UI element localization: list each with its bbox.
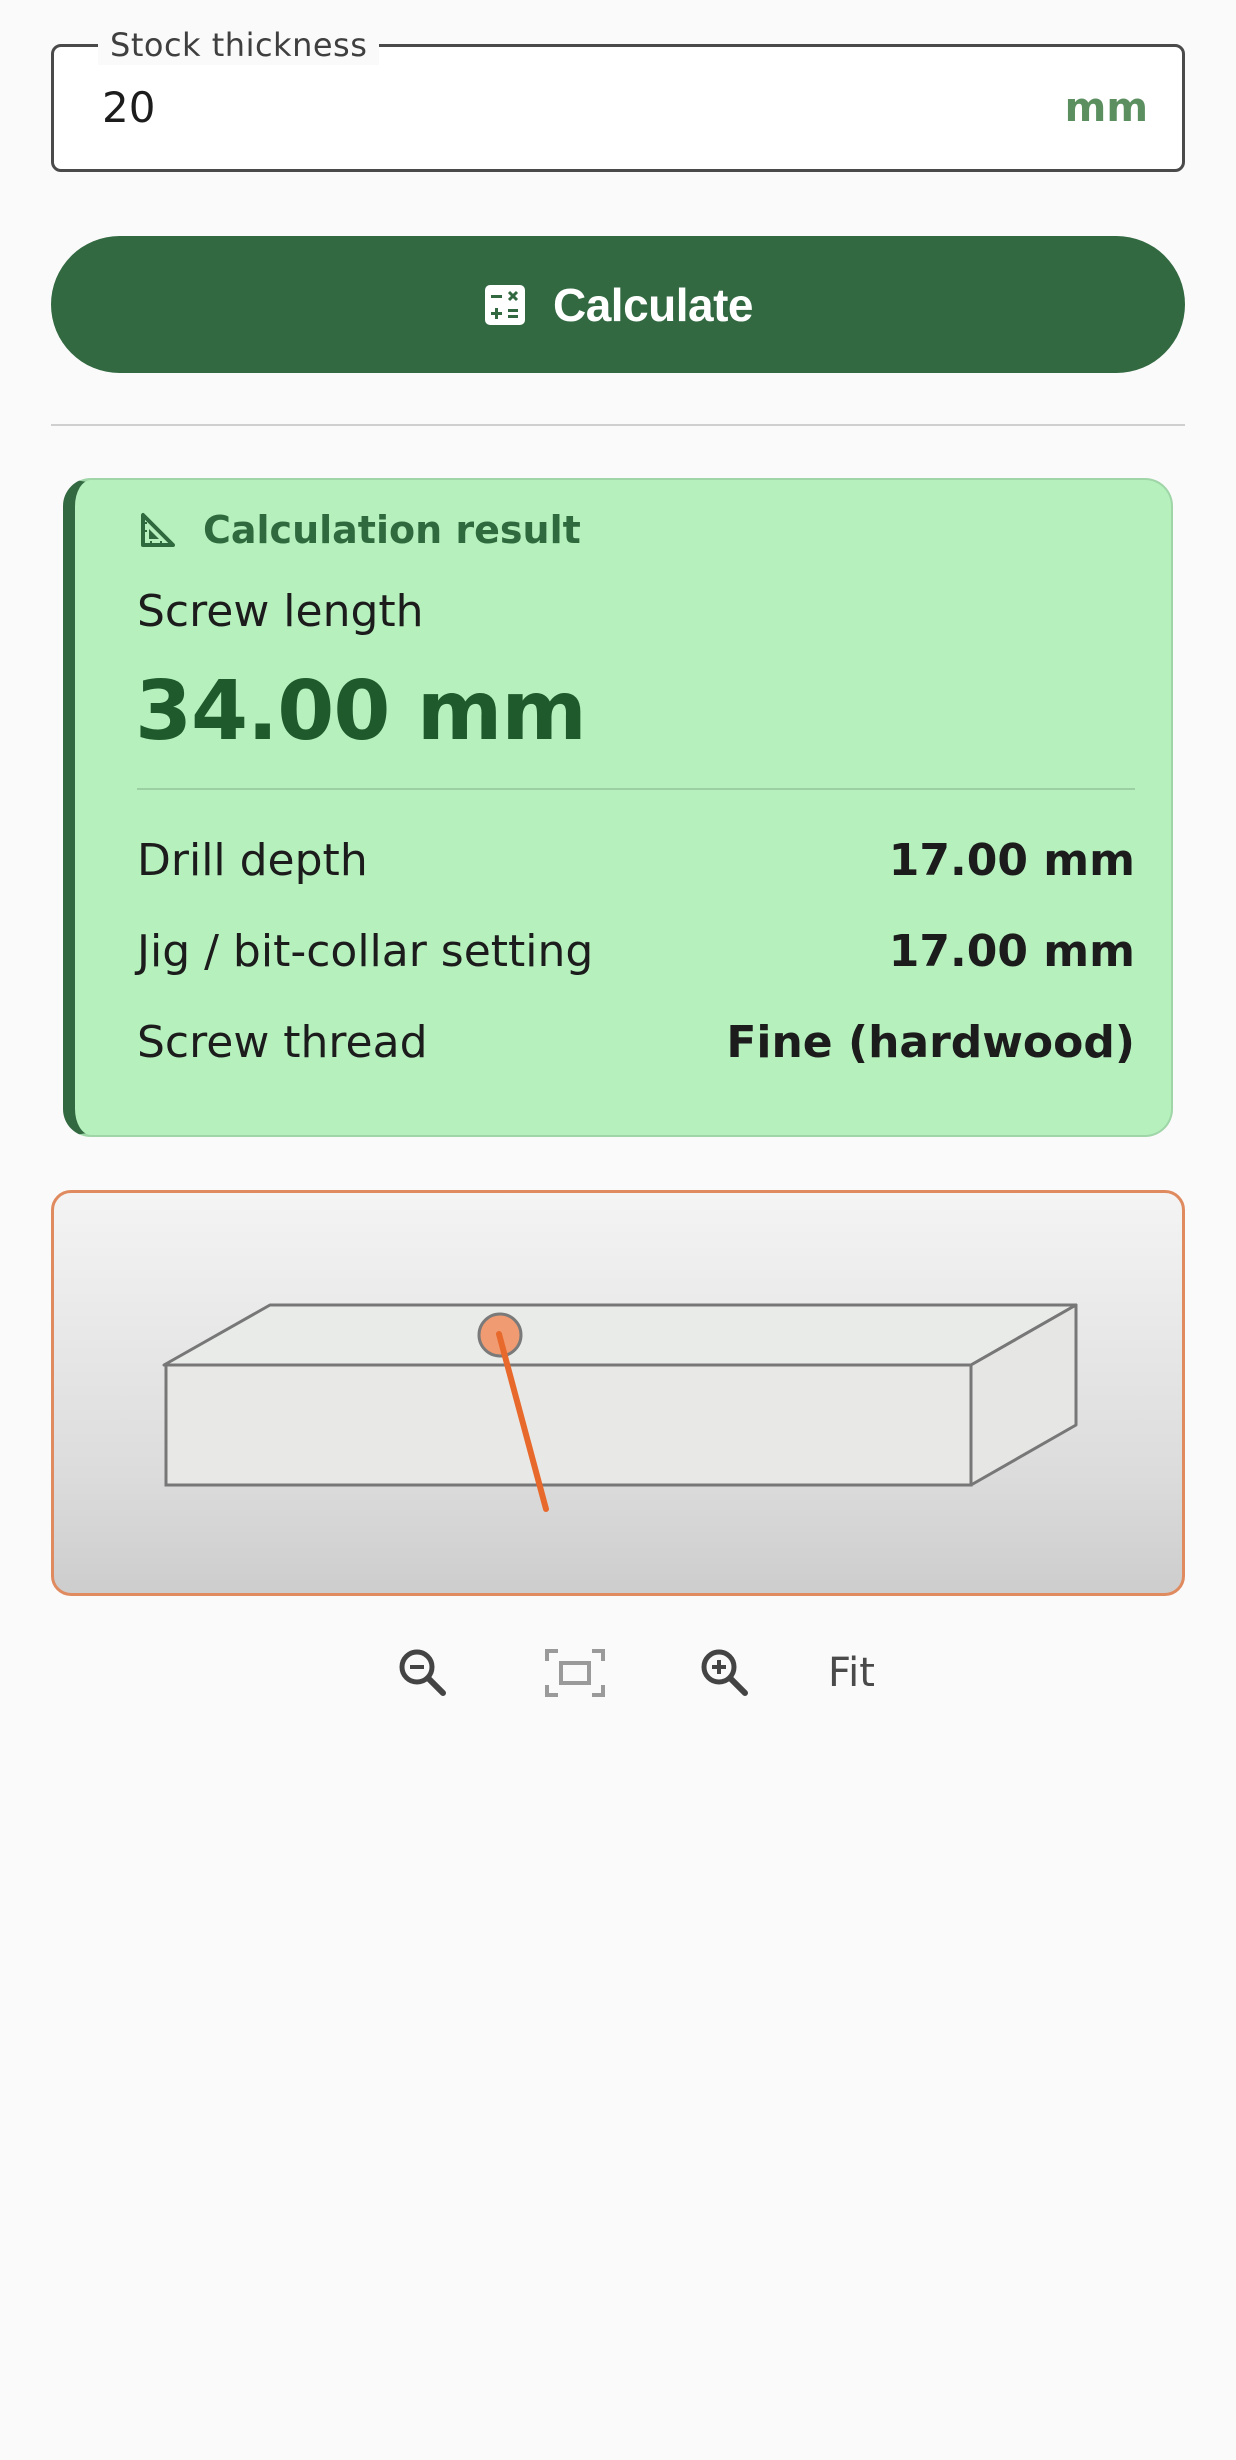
pocket-hole-diagram[interactable] [51, 1190, 1185, 1596]
zoom-in-icon [701, 1649, 748, 1696]
board-diagram [162, 1303, 1078, 1512]
calculate-button[interactable]: Calculate [51, 236, 1185, 373]
fit-screen-button[interactable] [540, 1638, 610, 1708]
fit-label[interactable]: Fit [828, 1638, 875, 1708]
zoom-out-icon [399, 1649, 446, 1696]
stock-thickness-field[interactable]: Stock thickness mm [51, 25, 1185, 172]
result-row-value: 17.00 mm [888, 925, 1135, 977]
result-row-value: Fine (hardwood) [726, 1016, 1135, 1068]
result-header: Calculation result [139, 508, 581, 552]
zoom-in-button[interactable] [690, 1638, 760, 1708]
zoom-out-button[interactable] [388, 1638, 458, 1708]
zoom-controls: Fit [0, 1638, 1236, 1708]
result-row-drill-depth: Drill depth 17.00 mm [137, 832, 1135, 888]
calculate-button-label: Calculate [552, 278, 754, 331]
result-row-label: Screw thread [137, 1016, 428, 1068]
board-top-face [162, 1303, 1078, 1367]
result-row-jig-setting: Jig / bit-collar setting 17.00 mm [137, 923, 1135, 979]
result-row-value: 17.00 mm [888, 834, 1135, 886]
unit-suffix: mm [1064, 85, 1148, 131]
fit-screen-icon [545, 1649, 605, 1697]
section-divider [51, 424, 1185, 426]
screw-length-value: 34.00 mm [135, 664, 587, 759]
result-row-label: Drill depth [137, 834, 368, 886]
screw-length-label: Screw length [137, 586, 424, 637]
board-front-face [164, 1363, 973, 1487]
stock-thickness-input[interactable] [102, 47, 1002, 169]
result-row-label: Jig / bit-collar setting [137, 925, 594, 977]
result-row-screw-thread: Screw thread Fine (hardwood) [137, 1014, 1135, 1070]
result-title: Calculation result [203, 508, 581, 552]
result-card: Calculation result Screw length 34.00 mm… [63, 478, 1173, 1137]
calculator-icon [484, 284, 525, 325]
result-separator [137, 788, 1135, 790]
set-square-icon [141, 513, 175, 547]
